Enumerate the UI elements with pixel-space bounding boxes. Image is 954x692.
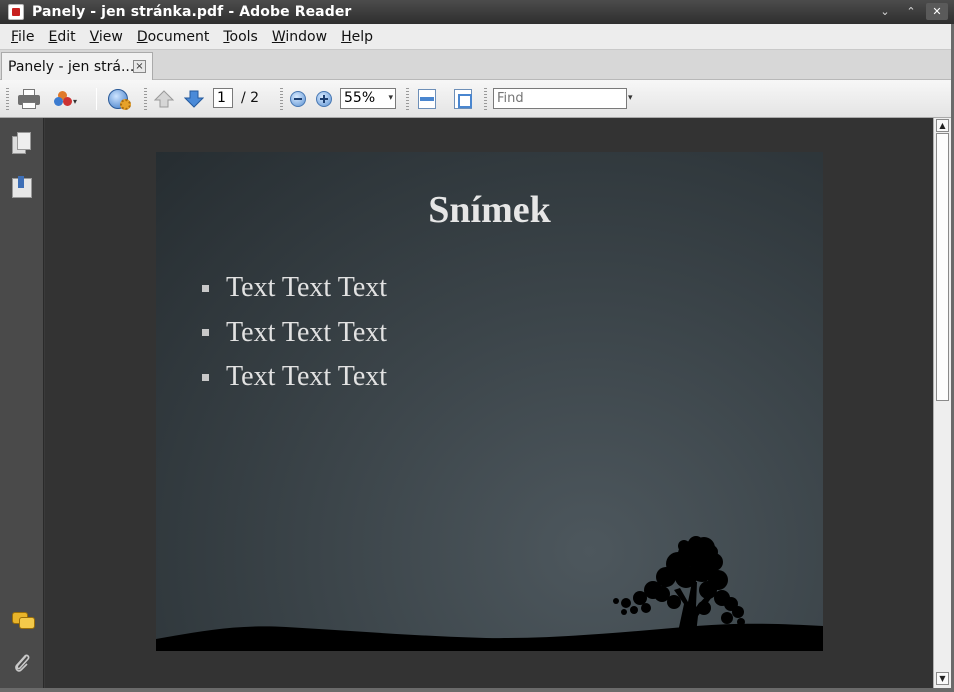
find-input[interactable] [493, 88, 627, 109]
toolbar-grip[interactable] [6, 88, 9, 110]
menu-edit-label: dit [57, 28, 76, 45]
zoom-in-icon[interactable] [316, 91, 332, 107]
document-viewer[interactable]: Snímek Text Text Text Text Text Text Tex… [45, 118, 933, 692]
menu-tools[interactable]: Tools [216, 29, 265, 45]
zoom-out-icon[interactable] [290, 91, 306, 107]
document-tab[interactable]: Panely - jen strá... × [1, 52, 153, 80]
menu-file-mnemonic: F [11, 28, 19, 45]
minimize-button[interactable]: ⌄ [874, 3, 896, 20]
toolbar-grip[interactable] [144, 88, 147, 110]
menu-tools-label: ools [229, 28, 258, 45]
menu-document-label: ocument [147, 28, 210, 45]
navigation-pane [0, 118, 44, 692]
page-total: / 2 [241, 90, 260, 106]
attachments-icon[interactable] [12, 652, 32, 674]
menu-view[interactable]: View [83, 29, 130, 45]
print-icon[interactable] [18, 89, 40, 109]
window-title: Panely - jen stránka.pdf - Adobe Reader [32, 4, 352, 20]
menu-document[interactable]: Document [130, 29, 217, 45]
toolbar-grip[interactable] [484, 88, 487, 110]
fit-page-icon[interactable] [454, 89, 472, 109]
title-bar: Panely - jen stránka.pdf - Adobe Reader … [0, 0, 954, 24]
page-number-input[interactable]: 1 [213, 88, 233, 108]
chevron-down-icon[interactable]: ▾ [388, 89, 393, 108]
toolbar-grip[interactable] [280, 88, 283, 110]
scroll-down-icon[interactable]: ▼ [936, 672, 949, 685]
document-tab-label: Panely - jen strá... [8, 58, 135, 75]
previous-page-icon[interactable] [154, 90, 174, 108]
bookmarks-panel-icon[interactable] [12, 176, 32, 198]
document-tab-bar: Panely - jen strá... × [0, 50, 954, 80]
toolbar-separator [96, 88, 97, 110]
zoom-level-select[interactable]: 55% ▾ [340, 88, 396, 109]
window-controls: ⌄ ⌃ ✕ [874, 3, 948, 20]
menu-edit-mnemonic: E [48, 28, 58, 45]
tab-close-icon[interactable]: × [133, 60, 146, 73]
zoom-level-value: 55% [344, 90, 376, 106]
menu-help-mnemonic: H [341, 28, 352, 45]
close-button[interactable]: ✕ [926, 3, 948, 20]
web-services-icon[interactable] [106, 87, 132, 111]
fit-width-icon[interactable] [418, 89, 436, 109]
vertical-scrollbar[interactable]: ▲ ▼ [933, 118, 951, 688]
scroll-up-icon[interactable]: ▲ [936, 119, 949, 132]
pages-panel-icon[interactable] [12, 132, 31, 154]
menu-document-mnemonic: D [136, 28, 148, 45]
window-border-bottom [0, 688, 954, 692]
menu-window-mnemonic: W [271, 28, 286, 45]
share-icon[interactable]: ▾ [54, 89, 78, 109]
menu-file[interactable]: File [4, 29, 41, 45]
menu-view-mnemonic: V [89, 28, 99, 45]
scrollbar-thumb[interactable] [936, 133, 949, 401]
menu-window[interactable]: Window [265, 29, 334, 45]
toolbar-grip[interactable] [406, 88, 409, 110]
find-options-chevron-icon[interactable]: ▾ [628, 93, 633, 103]
tree-silhouette-landscape [156, 536, 823, 651]
maximize-button[interactable]: ⌃ [900, 3, 922, 20]
menu-view-label: iew [98, 28, 123, 45]
adobe-reader-icon [8, 4, 24, 20]
comments-icon[interactable] [12, 612, 35, 630]
menu-window-label: indow [285, 28, 328, 45]
menu-help[interactable]: Help [334, 29, 380, 45]
pdf-page: Snímek Text Text Text Text Text Text Tex… [156, 152, 823, 651]
next-page-icon[interactable] [184, 90, 204, 108]
toolbar: ▾ 1 / 2 55% ▾ ▾ [0, 80, 954, 118]
menu-help-label: elp [351, 28, 373, 45]
menu-bar: File Edit View Document Tools Window Hel… [0, 24, 954, 50]
menu-file-label: ile [18, 28, 35, 45]
menu-edit[interactable]: Edit [41, 29, 82, 45]
